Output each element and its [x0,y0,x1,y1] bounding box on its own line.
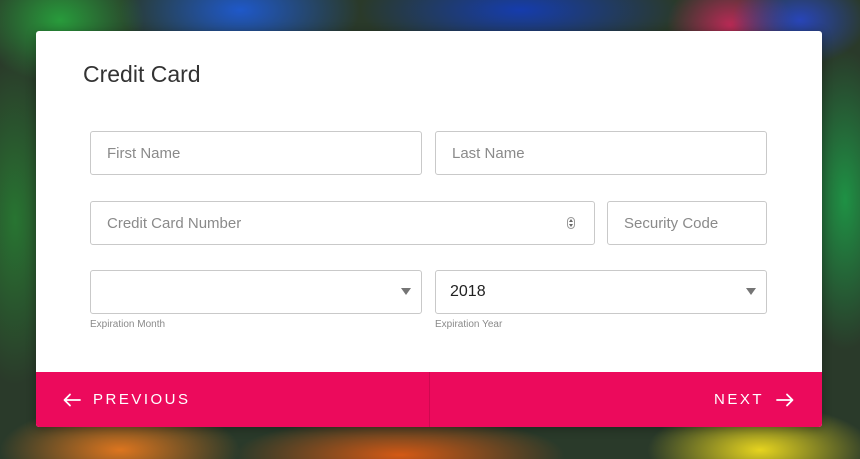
number-spinner-icon[interactable] [567,217,575,229]
card-number-input[interactable] [91,202,594,244]
next-button[interactable]: NEXT [714,372,794,427]
caret-down-icon [401,288,411,295]
previous-button[interactable]: PREVIOUS [63,372,191,427]
arrow-left-icon [63,393,93,407]
form-footer: PREVIOUS NEXT [36,372,822,427]
security-code-field [607,201,767,245]
expiration-year-helper: Expiration Year [435,319,503,330]
card-number-field [90,201,595,245]
last-name-input[interactable] [436,132,766,174]
next-button-label: NEXT [713,391,764,408]
form-title: Credit Card [83,61,201,87]
previous-button-label: PREVIOUS [93,391,191,408]
footer-divider [429,372,430,427]
security-code-input[interactable] [608,202,766,244]
expiration-year-select[interactable]: 2018 [435,270,767,314]
first-name-input[interactable] [91,132,421,174]
last-name-field [435,131,767,175]
credit-card-form-card: Credit Card Expiration Month 2018 Expira… [36,31,822,427]
expiration-year-value: 2018 [450,283,486,300]
caret-down-icon [746,288,756,295]
expiration-month-helper: Expiration Month [90,319,166,330]
first-name-field [90,131,422,175]
expiration-month-select[interactable] [90,270,422,314]
arrow-right-icon [764,393,794,407]
